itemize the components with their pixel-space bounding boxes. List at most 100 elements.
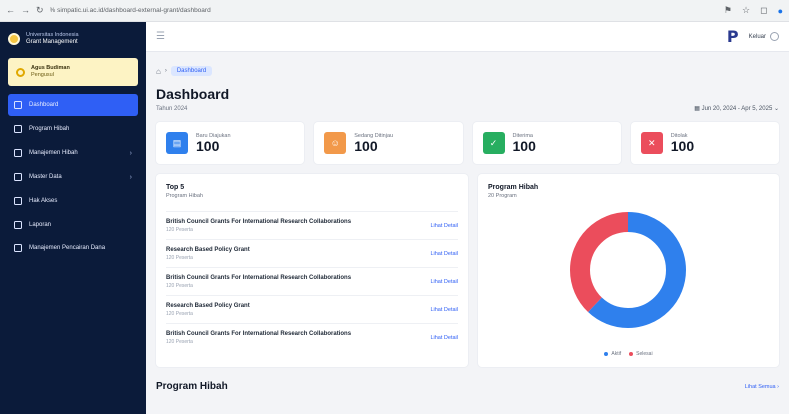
stat-card[interactable]: ✓ Diterima 100 (472, 122, 621, 164)
sidebar-item-laporan[interactable]: Laporan (8, 214, 138, 236)
stat-card[interactable]: ▤ Baru Diajukan 100 (156, 122, 305, 164)
list-item: Research Based Policy Grant 120 Peserta Li… (166, 295, 458, 323)
sidebar-item-hak-akses[interactable]: Hak Akses (8, 190, 138, 212)
browser-nav: ← → ↻ (6, 5, 44, 16)
user-menu[interactable]: Keluar (749, 32, 779, 41)
list-item: British Council Grants For International… (166, 323, 458, 351)
chart-title: Program Hibah (488, 184, 539, 191)
sidebar-item-label: Dashboard (29, 102, 59, 108)
list-item-info: British Council Grants For International… (166, 275, 351, 289)
browser-toolbar: ← → ↻ % simpatic.ui.ac.id/dashboard-exte… (0, 0, 789, 22)
profile-icon[interactable]: ● (778, 6, 783, 16)
list-item: Research Based Policy Grant 120 Peserta Li… (166, 239, 458, 267)
sidebar-item-dashboard[interactable]: Dashboard (8, 94, 138, 116)
list-item-subtitle: 120 Peserta (166, 282, 193, 289)
list-item-subtitle: 120 Peserta (166, 254, 193, 261)
sidebar-item-manajemen-hibah[interactable]: Manajemen Hibah › (8, 142, 138, 164)
user-name: Agus Budiman (31, 65, 70, 71)
chevron-right-icon: › (129, 173, 132, 181)
list-item-info: British Council Grants For International… (166, 219, 351, 233)
legend-label: Aktif (611, 351, 622, 357)
bookmark-star-icon[interactable]: ☆ (742, 5, 750, 16)
sidebar-item-icon (14, 244, 22, 252)
user-menu-label: Keluar (748, 33, 766, 40)
sidebar-item-label: Laporan (29, 222, 52, 228)
brand[interactable]: Universitas Indonesia Grant Management (0, 22, 146, 52)
extension-icon[interactable]: ⚑ (724, 5, 732, 16)
stat-value: 100 (354, 137, 378, 154)
top5-card: Top 5 Program Hibah British Council Gran… (156, 174, 468, 367)
date-range-picker[interactable]: ▦ Jun 20, 2024 - Apr 5, 2025 ⌄ (694, 105, 779, 112)
chart-subtitle: 20 Program (488, 193, 517, 199)
stat-card[interactable]: ✕ Ditolak 100 (630, 122, 779, 164)
sidebar-item-label: Master Data (29, 174, 62, 180)
see-all-link[interactable]: Lihat Semua › (745, 384, 779, 390)
tab-icon[interactable]: ◻ (760, 5, 767, 16)
list-item-subtitle: 120 Peserta (166, 338, 193, 345)
detail-link[interactable]: Lihat Detail (430, 307, 458, 313)
page-title: Dashboard (156, 86, 230, 102)
sidebar-item-program-hibah[interactable]: Program Hibah (8, 118, 138, 140)
chart-legend: Aktif Selesai (478, 351, 779, 357)
user-card[interactable]: Agus Budiman Pengusul (8, 58, 138, 86)
list-item-info: British Council Grants For International… (166, 331, 351, 345)
detail-link[interactable]: Lihat Detail (430, 279, 458, 285)
list-item-info: Research Based Policy Grant 120 Peserta (166, 303, 250, 317)
stat-text: Baru Diajukan 100 (196, 133, 231, 154)
list-item: British Council Grants For International… (166, 211, 458, 239)
check-icon: ✓ (482, 132, 505, 154)
list-item-info: Research Based Policy Grant 120 Peserta (166, 247, 250, 261)
list-item-title: Research Based Policy Grant (166, 302, 250, 309)
list-item-title: British Council Grants For International… (166, 274, 352, 281)
brand-line-2: Grant Management (26, 39, 78, 45)
detail-link[interactable]: Lihat Detail (430, 335, 458, 341)
detail-link[interactable]: Lihat Detail (430, 223, 458, 229)
sidebar-item-label: Manajemen Hibah (29, 150, 78, 156)
program-hibah-card: Program Hibah 20 Program Aktif Selesai (478, 174, 779, 367)
back-icon[interactable]: ← (6, 5, 15, 16)
breadcrumb-current: Dashboard (170, 66, 213, 76)
list-item-subtitle: 120 Peserta (166, 226, 193, 233)
sidebar-item-label: Hak Akses (29, 198, 58, 204)
stat-cards: ▤ Baru Diajukan 100 ☺ Sedang Ditinjau 100 ✓ Dit… (156, 122, 779, 164)
list-item-title: Research Based Policy Grant (166, 246, 250, 253)
sidebar-item-master-data[interactable]: Master Data › (8, 166, 138, 188)
app-logo: P (726, 27, 739, 46)
sidebar-item-manajemen-pencairan-dana[interactable]: Manajemen Pencairan Dana (8, 238, 138, 268)
sidebar-item-icon (14, 221, 22, 229)
list-item-title: British Council Grants For International… (166, 330, 352, 337)
address-bar[interactable]: % simpatic.ui.ac.id/dashboard-external-g… (50, 4, 310, 18)
sidebar-item-icon (14, 125, 22, 133)
sidebar-item-icon (14, 173, 22, 181)
menu-toggle-icon[interactable]: ☰ (156, 31, 165, 42)
legend-swatch (604, 352, 609, 356)
list-item-title: British Council Grants For International… (166, 218, 352, 225)
top5-subtitle: Program Hibah (166, 193, 203, 199)
close-icon: ✕ (640, 132, 663, 154)
calendar-icon: ▦ (694, 106, 702, 112)
browser-actions: ⚑ ☆ ◻ ● (724, 5, 783, 16)
list-item: British Council Grants For International… (166, 267, 458, 295)
breadcrumb-separator: › (164, 68, 167, 74)
page-subtitle: Tahun 2024 (156, 106, 188, 112)
university-logo (8, 33, 20, 45)
user-icon: ☺ (324, 132, 347, 154)
sidebar-item-icon (14, 149, 22, 157)
sidebar-nav: Dashboard Program Hibah Manajemen Hibah › Ma… (0, 94, 146, 268)
legend-item[interactable]: Selesai (629, 351, 653, 357)
top5-list: British Council Grants For International… (166, 211, 458, 351)
stat-value: 100 (670, 137, 695, 154)
forward-icon[interactable]: → (21, 5, 30, 16)
section-title: Program Hibah (156, 381, 228, 392)
detail-link[interactable]: Lihat Detail (430, 251, 458, 257)
legend-swatch (629, 352, 634, 356)
chevron-right-icon: › (129, 149, 132, 157)
home-icon[interactable]: ⌂ (156, 67, 161, 76)
stat-card[interactable]: ☺ Sedang Ditinjau 100 (314, 122, 463, 164)
sidebar-item-label: Manajemen Pencairan Dana (29, 245, 106, 251)
sidebar-item-label: Program Hibah (29, 126, 70, 132)
legend-item[interactable]: Aktif (604, 351, 621, 357)
date-range-value: Jun 20, 2024 - Apr 5, 2025 (701, 106, 773, 112)
sidebar: Universitas Indonesia Grant Management A… (0, 22, 146, 414)
reload-icon[interactable]: ↻ (36, 5, 44, 16)
